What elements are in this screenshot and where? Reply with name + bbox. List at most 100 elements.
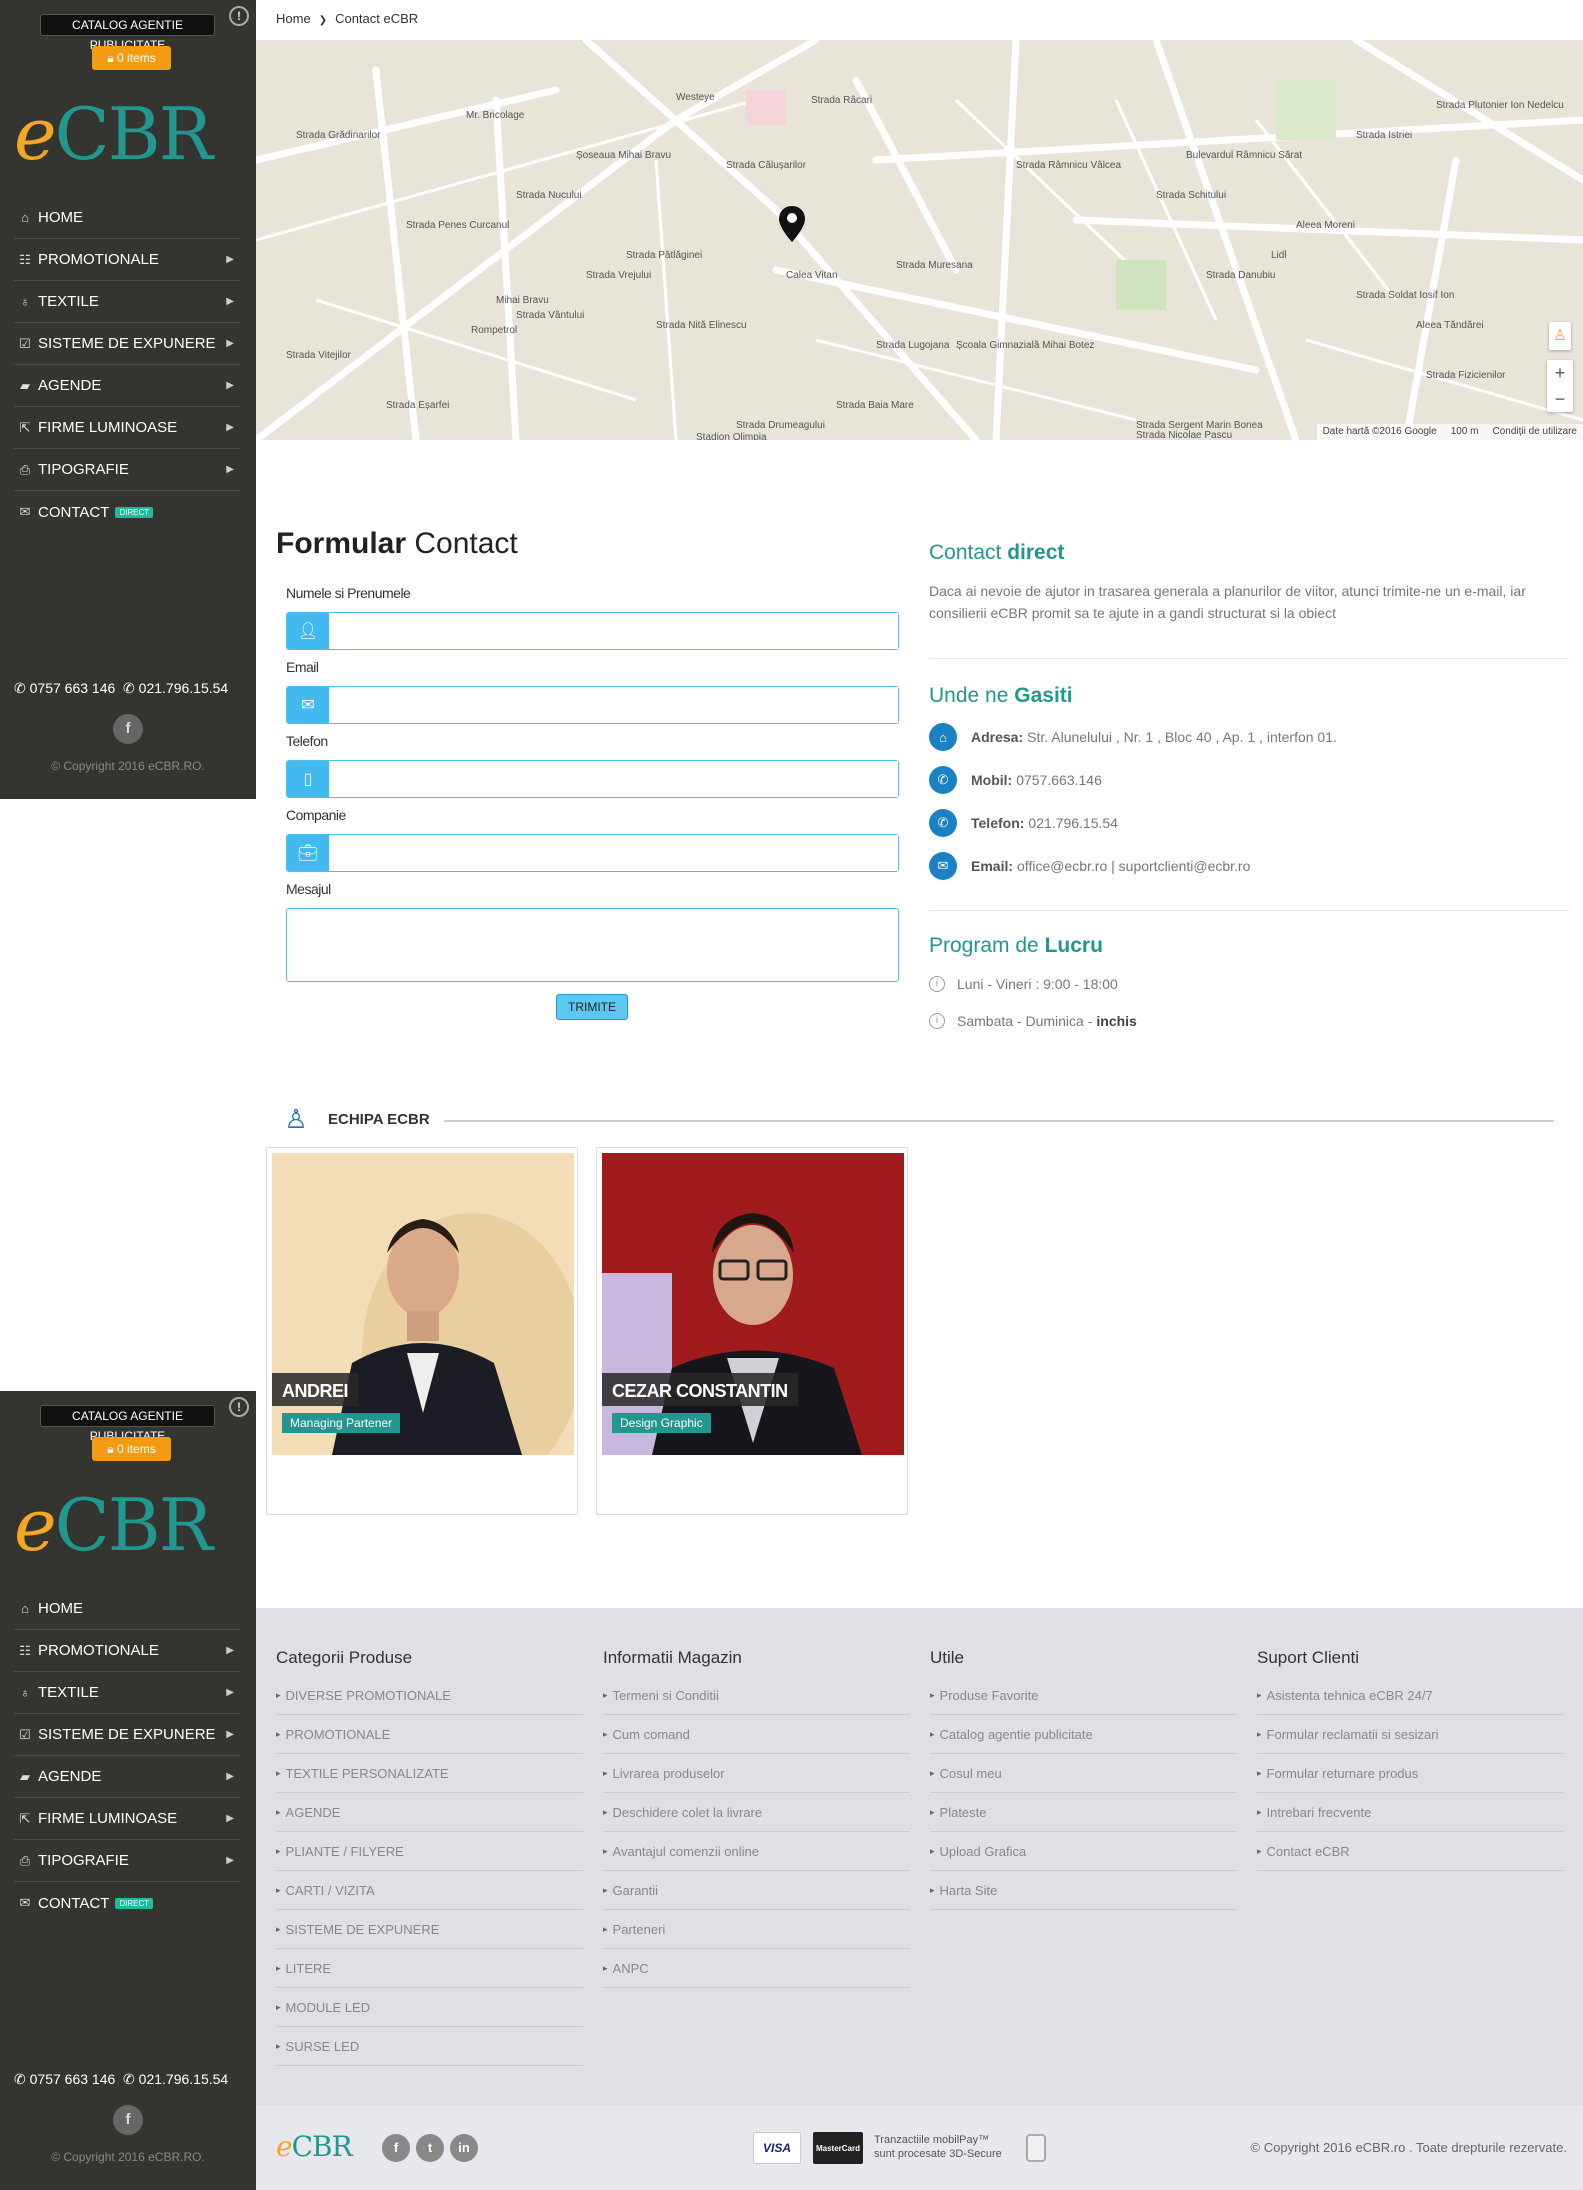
zoom-out-button[interactable]: − bbox=[1547, 386, 1573, 412]
footer-link[interactable]: SURSE LED bbox=[276, 2027, 583, 2066]
footer-link[interactable]: Deschidere colet la livrare bbox=[603, 1793, 910, 1832]
home-icon: ⌂ bbox=[21, 210, 29, 225]
footer-link[interactable]: Plateste bbox=[930, 1793, 1237, 1832]
chevron-right-icon: ▶ bbox=[226, 1645, 234, 1656]
sidebar-phones: ✆ 0757 663 146 ✆ 021.796.15.54 bbox=[14, 2071, 254, 2088]
nav-item-promotionale[interactable]: ☷ PROMOTIONALE ▶ bbox=[14, 239, 240, 281]
footer-logo[interactable]: eCBR bbox=[276, 2130, 353, 2163]
message-textarea[interactable] bbox=[286, 908, 899, 982]
nav-item-firme[interactable]: ⇱ FIRME LUMINOASE ▶ bbox=[14, 407, 240, 449]
nav-item-promotionale[interactable]: ☷ PROMOTIONALE ▶ bbox=[14, 1630, 240, 1672]
footer-link[interactable]: PLIANTE / FILYERE bbox=[276, 1832, 583, 1871]
mastercard-icon: MasterCard bbox=[813, 2132, 863, 2164]
chevron-right-icon: ▶ bbox=[226, 1855, 234, 1866]
footer-link[interactable]: ANPC bbox=[603, 1949, 910, 1988]
map-terms[interactable]: Condiții de utilizare bbox=[1493, 426, 1578, 438]
map-label: Strada Penes Curcanul bbox=[406, 220, 510, 231]
submit-button[interactable]: TRIMITE bbox=[556, 994, 628, 1020]
sidebar-phone1[interactable]: 0757 663 146 bbox=[30, 680, 116, 696]
footer-link[interactable]: TEXTILE PERSONALIZATE bbox=[276, 1754, 583, 1793]
nav-item-tipografie[interactable]: ⎙ TIPOGRAFIE ▶ bbox=[14, 449, 240, 491]
sidebar-phone2[interactable]: 021.796.15.54 bbox=[139, 2071, 229, 2087]
team-card-andrei[interactable]: ANDREI Managing Partener bbox=[266, 1147, 578, 1515]
address-row: ⌂ Adresa: Str. Alunelului , Nr. 1 , Bloc 4… bbox=[929, 722, 1337, 752]
footer-link[interactable]: AGENDE bbox=[276, 1793, 583, 1832]
catalog-button[interactable]: CATALOG AGENTIE PUBLICITATE bbox=[40, 14, 215, 52]
member-role: Managing Partener bbox=[282, 1413, 401, 1433]
nav-item-tipografie[interactable]: ⎙ TIPOGRAFIE ▶ bbox=[14, 1840, 240, 1882]
nav-item-agende[interactable]: ▰ AGENDE ▶ bbox=[14, 1756, 240, 1798]
nav-item-textile[interactable]: ♁ TEXTILE ▶ bbox=[14, 1672, 240, 1714]
printer-icon: ⎙ bbox=[19, 1852, 31, 1868]
footer-link[interactable]: LITERE bbox=[276, 1949, 583, 1988]
twitter-icon[interactable]: t bbox=[416, 2134, 444, 2162]
phone-input[interactable] bbox=[329, 761, 898, 797]
info-icon[interactable]: ! bbox=[229, 1397, 249, 1417]
footer-link[interactable]: Avantajul comenzii online bbox=[603, 1832, 910, 1871]
footer-link[interactable]: Upload Grafica bbox=[930, 1832, 1237, 1871]
footer-link[interactable]: MODULE LED bbox=[276, 1988, 583, 2027]
linkedin-icon[interactable]: in bbox=[450, 2134, 478, 2162]
google-map[interactable]: ♙ + − Date hartă ©2016 Google 100 m Cond… bbox=[256, 40, 1583, 440]
cart-button[interactable]: 🔒︎ 0 items bbox=[92, 1437, 171, 1461]
zoom-in-button[interactable]: + bbox=[1547, 360, 1573, 386]
footer-link[interactable]: Cum comand bbox=[603, 1715, 910, 1754]
ecbr-logo[interactable]: eCBR bbox=[14, 96, 240, 172]
info-icon[interactable]: ! bbox=[229, 6, 249, 26]
footer-link[interactable]: Garantii bbox=[603, 1871, 910, 1910]
nav-item-home[interactable]: ⌂ HOME bbox=[14, 1588, 240, 1630]
nav-item-home[interactable]: ⌂ HOME bbox=[14, 197, 240, 239]
footer-link[interactable]: PROMOTIONALE bbox=[276, 1715, 583, 1754]
facebook-icon[interactable]: f bbox=[113, 714, 143, 744]
book-icon: ▰ bbox=[20, 1768, 30, 1784]
map-label: Bulevardul Râmnicu Sărat bbox=[1186, 150, 1303, 161]
sidebar-phone1[interactable]: 0757 663 146 bbox=[30, 2071, 116, 2087]
nav-item-contact[interactable]: ✉ CONTACT DIRECT bbox=[14, 1882, 240, 1924]
ecbr-logo[interactable]: eCBR bbox=[14, 1487, 240, 1563]
name-input[interactable] bbox=[329, 613, 898, 649]
location-pin-icon[interactable] bbox=[779, 206, 805, 242]
email-input[interactable] bbox=[329, 687, 898, 723]
main-nav: ⌂ HOME ☷ PROMOTIONALE ▶ ♁ TEXTILE ▶ ☑ SISTEME … bbox=[14, 197, 240, 533]
footer-link[interactable]: Asistenta tehnica eCBR 24/7 bbox=[1257, 1676, 1564, 1715]
book-icon: ▰ bbox=[20, 377, 30, 393]
footer-link[interactable]: CARTI / VIZITA bbox=[276, 1871, 583, 1910]
team-card-cezar[interactable]: CEZAR CONSTANTIN Design Graphic bbox=[596, 1147, 908, 1515]
breadcrumb-home[interactable]: Home bbox=[276, 11, 311, 26]
footer-link[interactable]: Formular returnare produs bbox=[1257, 1754, 1564, 1793]
map-label: Westeye bbox=[676, 92, 715, 103]
footer-link[interactable]: Intrebari frecvente bbox=[1257, 1793, 1564, 1832]
footer-link[interactable]: Harta Site bbox=[930, 1871, 1237, 1910]
footer-link[interactable]: Parteneri bbox=[603, 1910, 910, 1949]
map-label: Strada Drumeagului bbox=[736, 420, 825, 431]
chevron-right-icon: ▶ bbox=[226, 464, 234, 475]
facebook-icon[interactable]: f bbox=[382, 2134, 410, 2162]
sidebar-phone2[interactable]: 021.796.15.54 bbox=[139, 680, 229, 696]
footer-col-title: Informatii Magazin bbox=[603, 1648, 742, 1667]
phone-icon: ✆ bbox=[929, 766, 957, 794]
footer-link[interactable]: Contact eCBR bbox=[1257, 1832, 1564, 1871]
nav-item-agende[interactable]: ▰ AGENDE ▶ bbox=[14, 365, 240, 407]
cart-button[interactable]: 🔒︎ 0 items bbox=[92, 46, 171, 70]
nav-item-sisteme[interactable]: ☑ SISTEME DE EXPUNERE ▶ bbox=[14, 1714, 240, 1756]
facebook-icon[interactable]: f bbox=[113, 2105, 143, 2135]
footer-link[interactable]: Livrarea produselor bbox=[603, 1754, 910, 1793]
footer-link[interactable]: Cosul meu bbox=[930, 1754, 1237, 1793]
nav-item-sisteme[interactable]: ☑ SISTEME DE EXPUNERE ▶ bbox=[14, 323, 240, 365]
footer-link[interactable]: Produse Favorite bbox=[930, 1676, 1237, 1715]
nav-item-contact[interactable]: ✉ CONTACT DIRECT bbox=[14, 491, 240, 533]
company-input[interactable] bbox=[329, 835, 898, 871]
nav-item-textile[interactable]: ♁ TEXTILE ▶ bbox=[14, 281, 240, 323]
catalog-button[interactable]: CATALOG AGENTIE PUBLICITATE bbox=[40, 1405, 215, 1443]
map-label: Strada Plutonier Ion Nedelcu bbox=[1436, 100, 1564, 111]
nav-item-firme[interactable]: ⇱ FIRME LUMINOASE ▶ bbox=[14, 1798, 240, 1840]
breadcrumb-current: Contact eCBR bbox=[335, 11, 419, 26]
footer-link[interactable]: DIVERSE PROMOTIONALE bbox=[276, 1676, 583, 1715]
street-view-icon[interactable]: ♙ bbox=[1549, 322, 1571, 350]
footer-col-categorii: Categorii Produse DIVERSE PROMOTIONALE P… bbox=[276, 1648, 583, 2066]
footer-link[interactable]: Formular reclamatii si sesizari bbox=[1257, 1715, 1564, 1754]
team-header: ♙ ECHIPA ECBR bbox=[284, 1104, 429, 1135]
footer-link[interactable]: Catalog agentie publicitate bbox=[930, 1715, 1237, 1754]
footer-link[interactable]: SISTEME DE EXPUNERE bbox=[276, 1910, 583, 1949]
footer-link[interactable]: Termeni si Conditii bbox=[603, 1676, 910, 1715]
